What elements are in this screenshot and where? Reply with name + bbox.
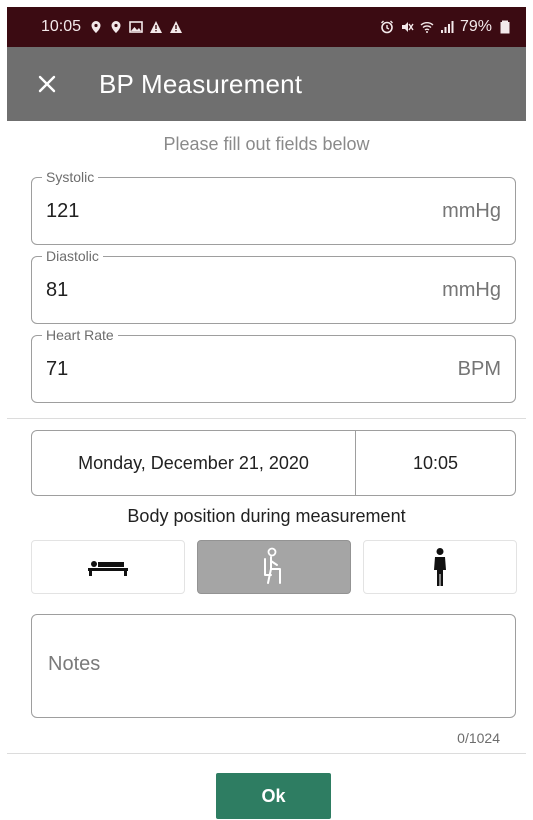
systolic-unit: mmHg — [442, 200, 501, 222]
notes-char-counter: 0/1024 — [457, 730, 500, 746]
sitting-icon — [264, 547, 281, 584]
time-picker-button[interactable]: 10:05 — [356, 431, 515, 495]
diastolic-value[interactable]: 81 — [46, 279, 68, 302]
standing-icon — [434, 548, 446, 586]
systolic-label: Systolic — [42, 169, 99, 185]
divider — [7, 418, 526, 419]
heart-rate-value[interactable]: 71 — [46, 358, 68, 381]
lying-icon — [88, 561, 128, 576]
diastolic-label: Diastolic — [42, 248, 103, 264]
notification-icons — [89, 20, 183, 34]
location-pin-icon — [111, 21, 121, 33]
page-title: BP Measurement — [99, 68, 303, 99]
body-position-label: Body position during measurement — [127, 506, 406, 526]
ok-button[interactable]: Ok — [216, 773, 331, 819]
status-time: 10:05 — [41, 18, 82, 35]
divider — [7, 753, 526, 754]
close-button[interactable] — [17, 47, 77, 121]
position-sitting-button[interactable] — [197, 540, 351, 594]
instructions-text: Please fill out fields below — [163, 134, 370, 154]
heart-rate-label: Heart Rate — [42, 327, 118, 343]
datetime-picker: Monday, December 21, 2020 10:05 — [31, 430, 516, 496]
date-picker-button[interactable]: Monday, December 21, 2020 — [32, 431, 356, 495]
wifi-icon — [420, 22, 434, 33]
heart-rate-unit: BPM — [457, 358, 501, 380]
status-bar: 10:05 79% — [7, 7, 526, 47]
signal-icon — [440, 21, 454, 33]
system-icons: 79% — [380, 18, 512, 36]
systolic-field[interactable]: Systolic 121 mmHg — [31, 169, 516, 245]
app-bar: BP Measurement — [7, 47, 526, 121]
warning-icon — [170, 21, 183, 33]
close-icon — [38, 75, 56, 93]
warning-icon — [150, 21, 163, 33]
mute-icon — [401, 22, 414, 32]
battery-icon — [500, 20, 510, 34]
heart-rate-field[interactable]: Heart Rate 71 BPM — [31, 327, 516, 403]
battery-percent: 79% — [459, 18, 492, 35]
systolic-value[interactable]: 121 — [46, 200, 79, 223]
diastolic-field[interactable]: Diastolic 81 mmHg — [31, 248, 516, 324]
position-standing-button[interactable] — [363, 540, 517, 594]
notes-input[interactable]: Notes — [31, 614, 516, 718]
alarm-icon — [380, 20, 393, 34]
diastolic-unit: mmHg — [442, 279, 501, 301]
location-pin-icon — [91, 21, 101, 33]
position-lying-button[interactable] — [31, 540, 185, 594]
image-icon — [129, 21, 143, 33]
